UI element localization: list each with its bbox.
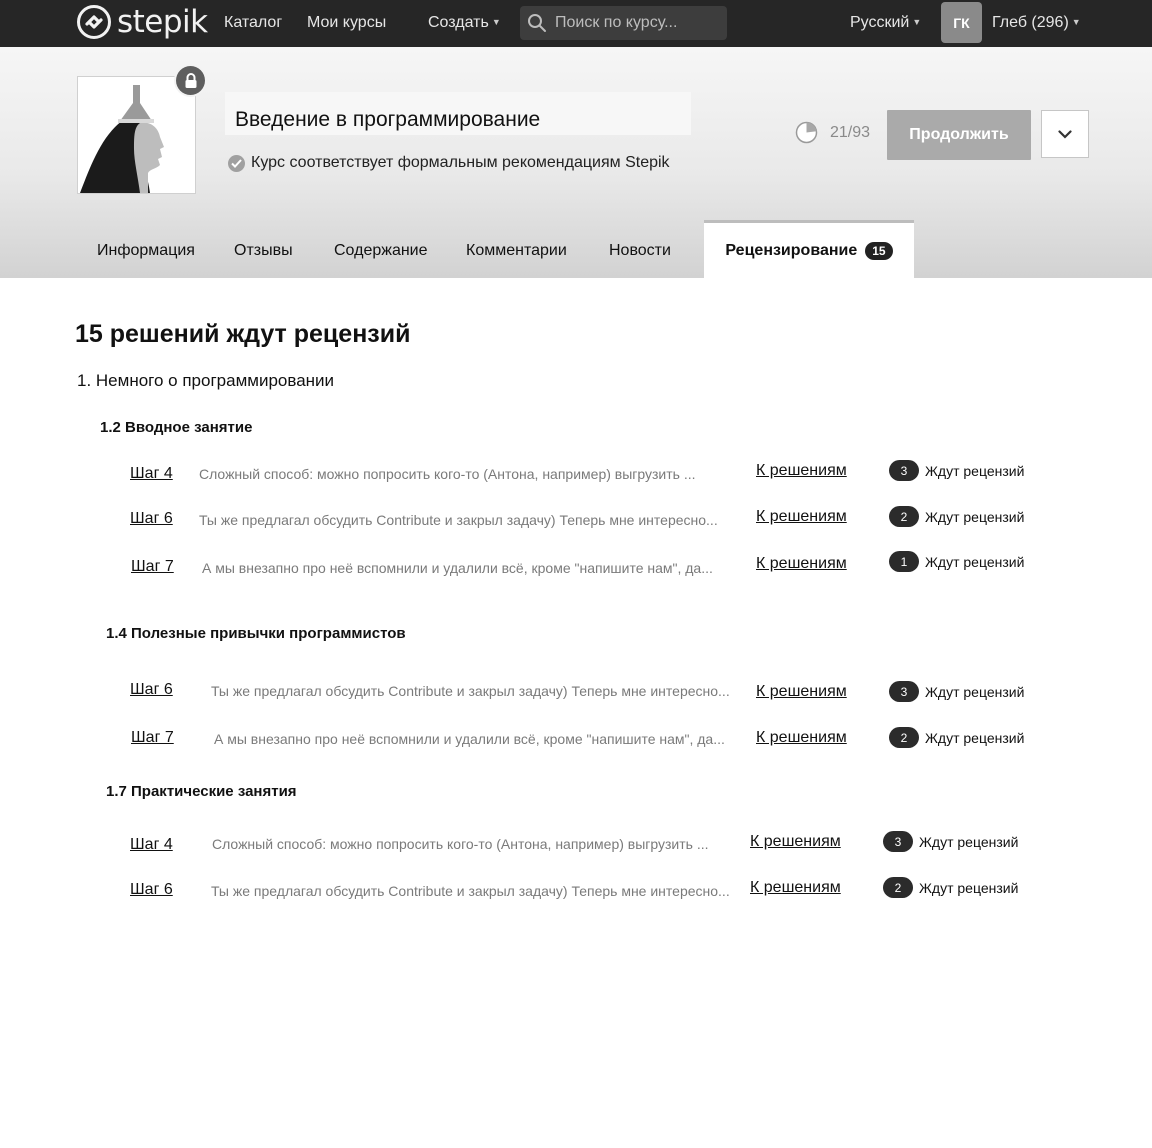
solutions-link[interactable]: К решениям (750, 879, 841, 897)
step-snippet: А мы внезапно про неё вспомнили и удалил… (202, 560, 713, 576)
pending-count-badge: 3 (883, 831, 913, 852)
pending-label: Ждут рецензий (925, 683, 1025, 700)
stepik-logo[interactable]: stepik (77, 5, 208, 39)
pending-count-badge: 2 (889, 506, 919, 527)
chevron-down-icon: ▼ (1071, 17, 1081, 27)
step-link[interactable]: Шаг 4 (130, 465, 173, 483)
language-label: Русский (850, 14, 910, 31)
nav-create-label: Создать (428, 14, 489, 31)
course-title: Введение в программирование (225, 92, 691, 135)
pending-reviews: 1 Ждут рецензий (889, 551, 1024, 572)
lesson-title: 1.2 Вводное занятие (100, 419, 253, 436)
pending-label: Ждут рецензий (925, 553, 1025, 570)
step-link[interactable]: Шаг 4 (130, 836, 173, 854)
chevron-down-icon (1058, 129, 1072, 139)
pending-reviews: 2 Ждут рецензий (883, 877, 1018, 898)
lock-icon (176, 66, 205, 95)
tab-count-badge: 15 (865, 241, 893, 260)
tab-info[interactable]: Информация (97, 242, 195, 260)
nav-catalog-link[interactable]: Каталог (224, 14, 282, 32)
user-name: Глеб (296) (992, 14, 1069, 31)
step-snippet: Сложный способ: можно попросить кого-то … (199, 466, 696, 482)
tab-contents[interactable]: Содержание (334, 242, 428, 260)
pending-reviews: 3 Ждут рецензий (889, 681, 1024, 702)
pending-reviews: 2 Ждут рецензий (889, 727, 1024, 748)
search-icon (528, 14, 546, 32)
course-cover-illustration (78, 77, 195, 193)
lesson-title: 1.4 Полезные привычки программистов (106, 625, 406, 642)
certified-note: Курс соответствует формальным рекомендац… (228, 154, 670, 172)
language-selector[interactable]: Русский ▼ (850, 14, 921, 32)
course-progress: 21/93 (795, 121, 870, 144)
pending-count-badge: 2 (889, 727, 919, 748)
chevron-down-icon: ▼ (912, 17, 922, 27)
course-search[interactable] (520, 6, 727, 40)
tab-reviews[interactable]: Отзывы (234, 242, 293, 260)
pending-label: Ждут рецензий (919, 833, 1019, 850)
step-link[interactable]: Шаг 6 (130, 681, 173, 699)
chevron-down-icon: ▼ (491, 17, 501, 27)
step-snippet: Ты же предлагал обсудить Contribute и за… (199, 512, 718, 528)
tab-news[interactable]: Новости (609, 242, 671, 260)
pending-reviews: 3 Ждут рецензий (883, 831, 1018, 852)
step-snippet: Ты же предлагал обсудить Contribute и за… (211, 883, 730, 899)
tab-comments[interactable]: Комментарии (466, 242, 567, 260)
solutions-link[interactable]: К решениям (756, 508, 847, 526)
course-cover-image (77, 76, 196, 194)
pending-count-badge: 1 (889, 551, 919, 572)
top-navbar: stepik Каталог Мои курсы Создать▼ Русски… (0, 0, 1152, 47)
step-link[interactable]: Шаг 7 (131, 558, 174, 576)
check-circle-icon (228, 154, 245, 172)
pending-label: Ждут рецензий (925, 508, 1025, 525)
progress-pie-icon (795, 121, 818, 144)
search-input[interactable] (553, 13, 717, 33)
course-menu-button[interactable] (1041, 110, 1089, 158)
solutions-link[interactable]: К решениям (756, 729, 847, 747)
pending-count-badge: 2 (883, 877, 913, 898)
pending-label: Ждут рецензий (919, 879, 1019, 896)
pending-reviews: 3 Ждут рецензий (889, 460, 1024, 481)
avatar[interactable]: ГК (941, 2, 982, 43)
step-snippet: Ты же предлагал обсудить Contribute и за… (211, 683, 730, 699)
lesson-title: 1.7 Практические занятия (106, 783, 297, 800)
step-link[interactable]: Шаг 7 (131, 729, 174, 747)
certified-text: Курс соответствует формальным рекомендац… (251, 154, 670, 171)
step-snippet: Сложный способ: можно попросить кого-то … (212, 836, 709, 852)
stepik-logo-icon (77, 5, 111, 39)
pending-label: Ждут рецензий (925, 729, 1025, 746)
pending-count-badge: 3 (889, 460, 919, 481)
solutions-link[interactable]: К решениям (750, 833, 841, 851)
progress-text: 21/93 (830, 123, 871, 141)
step-link[interactable]: Шаг 6 (130, 881, 173, 899)
pending-label: Ждут рецензий (925, 462, 1025, 479)
solutions-link[interactable]: К решениям (756, 555, 847, 573)
continue-button[interactable]: Продолжить (887, 110, 1031, 160)
user-menu[interactable]: Глеб (296) ▼ (992, 14, 1081, 32)
nav-my-courses-link[interactable]: Мои курсы (307, 14, 386, 32)
tab-peer-review[interactable]: Рецензирование 15 (704, 220, 914, 278)
page-title: 15 решений ждут рецензий (75, 320, 411, 348)
step-snippet: А мы внезапно про неё вспомнили и удалил… (214, 731, 725, 747)
logo-text: stepik (117, 4, 208, 40)
pending-count-badge: 3 (889, 681, 919, 702)
tab-peer-review-label: Рецензирование (725, 241, 858, 259)
pending-reviews: 2 Ждут рецензий (889, 506, 1024, 527)
module-title: 1. Немного о программировании (77, 371, 335, 390)
step-link[interactable]: Шаг 6 (130, 510, 173, 528)
nav-create-menu[interactable]: Создать ▼ (428, 14, 501, 32)
solutions-link[interactable]: К решениям (756, 683, 847, 701)
solutions-link[interactable]: К решениям (756, 462, 847, 480)
